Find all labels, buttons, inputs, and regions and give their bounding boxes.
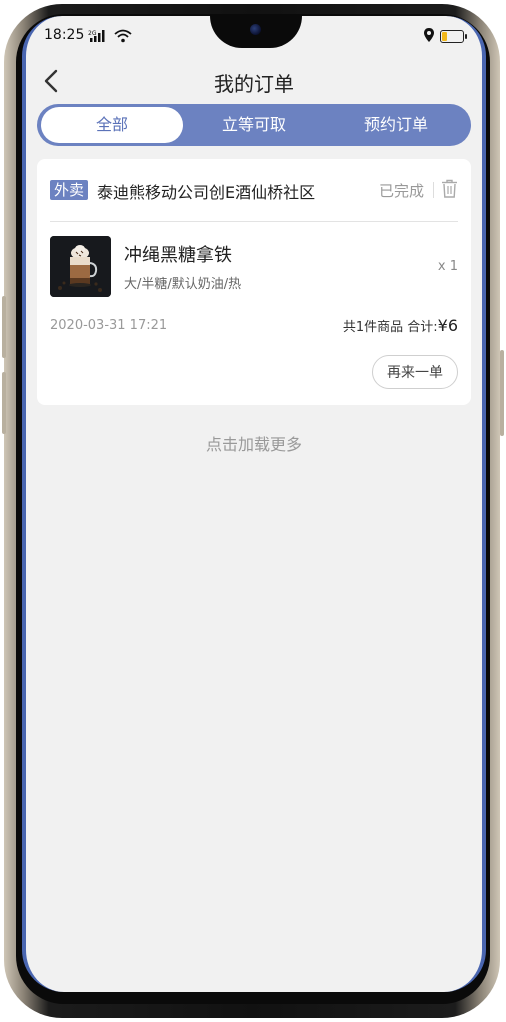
page-title: 我的订单 <box>214 72 294 96</box>
product-image <box>50 236 111 297</box>
order-card[interactable]: 外卖 泰迪熊移动公司创E酒仙桥社区 已完成 冲绳黑糖拿铁 大/半糖/默认奶油/热… <box>37 159 471 405</box>
screen: 18:25 2G 我的订单 全部 立等可取 预约订单 外卖 泰迪熊移动公司创E酒… <box>22 16 486 992</box>
store-name: 泰迪熊移动公司创E酒仙桥社区 <box>97 183 316 202</box>
divider-vertical <box>433 182 434 198</box>
header: 我的订单 <box>26 60 482 104</box>
order-status: 已完成 <box>379 182 425 200</box>
order-type-badge: 外卖 <box>50 180 89 200</box>
location-icon <box>423 27 435 47</box>
trash-icon[interactable] <box>441 179 458 202</box>
tab-reservation[interactable]: 预约订单 <box>325 104 467 146</box>
network-type: 2G <box>88 30 97 37</box>
tab-bar: 全部 立等可取 预约订单 <box>37 104 471 146</box>
tab-ready-pickup[interactable]: 立等可取 <box>187 104 321 146</box>
product-spec: 大/半糖/默认奶油/热 <box>124 277 242 292</box>
side-button-right <box>500 350 504 436</box>
summary-label: 共1件商品 合计: <box>342 320 438 335</box>
reorder-button[interactable]: 再来一单 <box>372 355 458 389</box>
status-time: 18:25 <box>44 27 85 43</box>
order-total: ¥6 <box>437 316 458 335</box>
status-bar: 18:25 2G <box>26 16 482 50</box>
battery-icon <box>440 30 467 43</box>
side-button-left-1 <box>2 296 6 358</box>
battery-level <box>442 32 447 41</box>
load-more-link[interactable]: 点击加载更多 <box>26 431 482 455</box>
signal-icon: 2G <box>88 28 110 47</box>
side-button-left-2 <box>2 372 6 434</box>
wifi-icon <box>114 28 132 47</box>
tab-all[interactable]: 全部 <box>41 107 183 143</box>
product-quantity: x 1 <box>437 259 458 274</box>
product-name: 冲绳黑糖拿铁 <box>124 245 232 266</box>
card-divider <box>50 221 458 222</box>
order-summary: 共1件商品 合计:¥6 <box>343 316 458 335</box>
order-date: 2020-03-31 17:21 <box>50 318 168 333</box>
